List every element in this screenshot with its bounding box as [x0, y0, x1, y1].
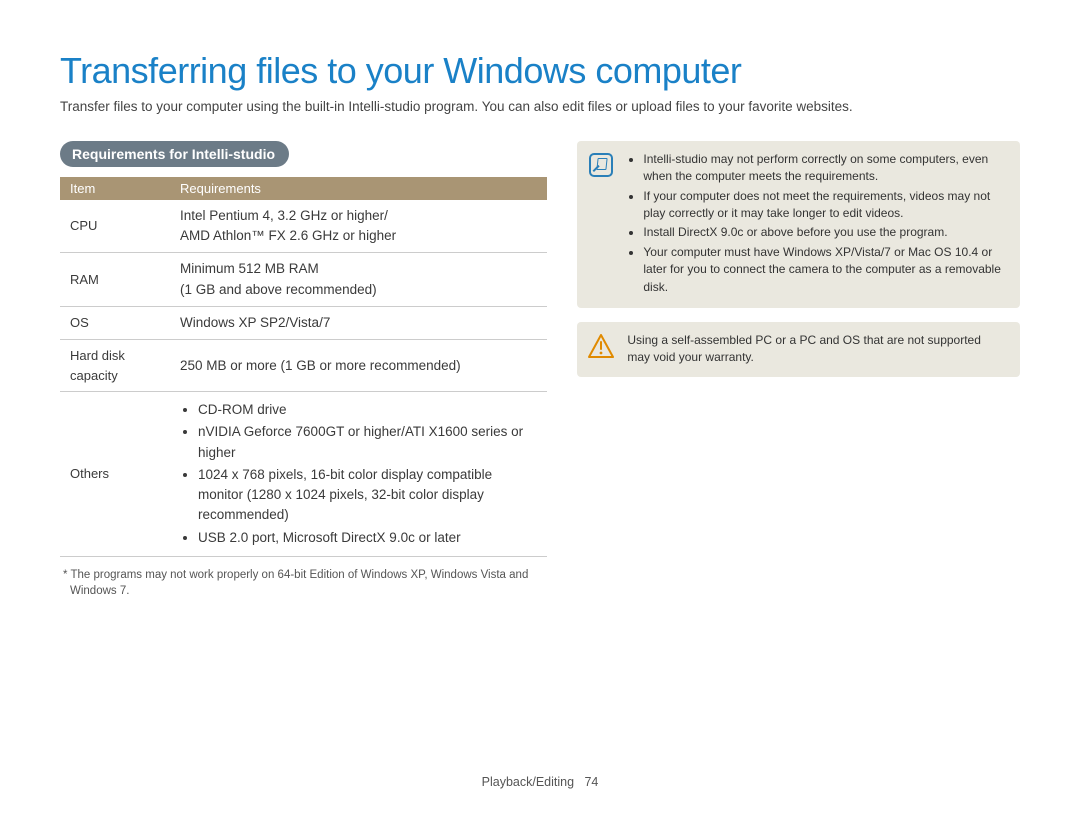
table-row: Hard disk capacity 250 MB or more (1 GB …: [60, 340, 547, 392]
list-item: USB 2.0 port, Microsoft DirectX 9.0c or …: [198, 528, 537, 548]
table-row: CPU Intel Pentium 4, 3.2 GHz or higher/ …: [60, 200, 547, 253]
list-item: Your computer must have Windows XP/Vista…: [643, 244, 1006, 296]
warning-text: Using a self-assembled PC or a PC and OS…: [627, 332, 1006, 367]
manual-page: Transferring files to your Windows compu…: [0, 0, 1080, 619]
cell-item: Hard disk capacity: [60, 340, 170, 392]
cell-req-others: CD-ROM drive nVIDIA Geforce 7600GT or hi…: [170, 392, 547, 557]
right-column: Intelli-studio may not perform correctly…: [577, 141, 1020, 391]
cell-req: Windows XP SP2/Vista/7: [170, 306, 547, 339]
cell-item: Others: [60, 392, 170, 557]
cell-req: Minimum 512 MB RAM (1 GB and above recom…: [170, 253, 547, 307]
requirements-table: Item Requirements CPU Intel Pentium 4, 3…: [60, 177, 547, 557]
warning-callout: Using a self-assembled PC or a PC and OS…: [577, 322, 1020, 377]
two-column-layout: Requirements for Intelli-studio Item Req…: [60, 141, 1020, 599]
left-column: Requirements for Intelli-studio Item Req…: [60, 141, 547, 599]
note-icon: [587, 151, 615, 298]
list-item: If your computer does not meet the requi…: [643, 188, 1006, 223]
note-callout: Intelli-studio may not perform correctly…: [577, 141, 1020, 308]
warning-icon: [587, 332, 615, 367]
list-item: nVIDIA Geforce 7600GT or higher/ATI X160…: [198, 422, 537, 463]
table-header-row: Item Requirements: [60, 177, 547, 200]
others-bullet-list: CD-ROM drive nVIDIA Geforce 7600GT or hi…: [180, 400, 537, 548]
page-title: Transferring files to your Windows compu…: [60, 50, 1020, 92]
table-footnote: * The programs may not work properly on …: [60, 567, 547, 599]
section-heading: Requirements for Intelli-studio: [60, 141, 289, 167]
cell-req: 250 MB or more (1 GB or more recommended…: [170, 340, 547, 392]
table-header-requirements: Requirements: [170, 177, 547, 200]
table-row: RAM Minimum 512 MB RAM (1 GB and above r…: [60, 253, 547, 307]
cell-item: OS: [60, 306, 170, 339]
footer-section: Playback/Editing: [482, 775, 574, 789]
table-row-others: Others CD-ROM drive nVIDIA Geforce 7600G…: [60, 392, 547, 557]
table-header-item: Item: [60, 177, 170, 200]
cell-item: CPU: [60, 200, 170, 253]
intro-text: Transfer files to your computer using th…: [60, 98, 1020, 117]
cell-item: RAM: [60, 253, 170, 307]
list-item: Intelli-studio may not perform correctly…: [643, 151, 1006, 186]
page-footer: Playback/Editing 74: [0, 775, 1080, 789]
footer-page-number: 74: [584, 775, 598, 789]
list-item: Install DirectX 9.0c or above before you…: [643, 224, 1006, 241]
table-row: OS Windows XP SP2/Vista/7: [60, 306, 547, 339]
cell-req: Intel Pentium 4, 3.2 GHz or higher/ AMD …: [170, 200, 547, 253]
list-item: 1024 x 768 pixels, 16-bit color display …: [198, 465, 537, 526]
list-item: CD-ROM drive: [198, 400, 537, 420]
note-bullet-list: Intelli-studio may not perform correctly…: [627, 151, 1006, 298]
